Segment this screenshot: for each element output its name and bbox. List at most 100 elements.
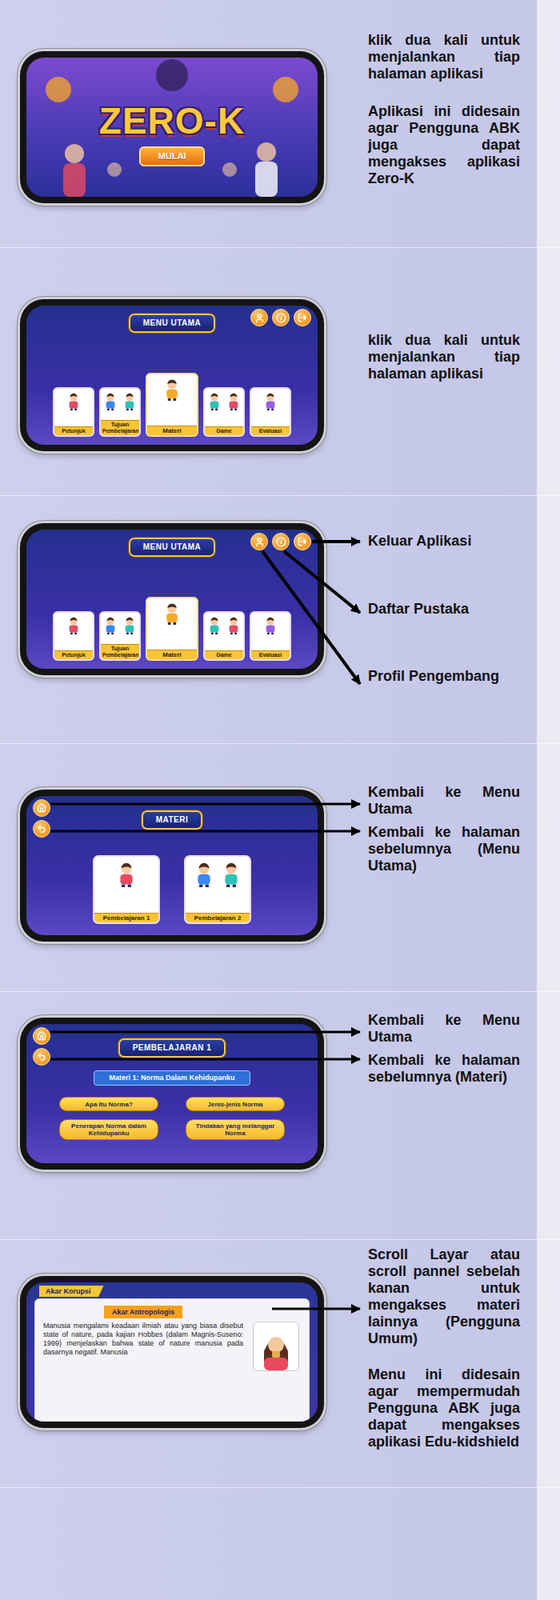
menu-card[interactable]: Tujuan Pembelajaran [99,611,141,661]
child-illustration-icon [160,376,184,401]
children-illustration [100,615,140,635]
menu-card-label: Petunjuk [54,426,93,436]
phone-mockup: MENU UTAMA Petunjuk Tujuan Pembelajaran Mat… [20,523,324,676]
info-icon[interactable] [272,532,290,551]
reading-screen: Akar KorupsiAkar AntropologisManusia men… [26,1282,318,1422]
menu-card[interactable]: Evaluasi [249,387,292,437]
pointer-arrow-icon [312,540,360,544]
guide-note: Kembali ke Menu Utama [368,1012,520,1046]
menu-card[interactable]: Tujuan Pembelajaran [99,387,141,437]
nav-icons [32,1027,105,1066]
topic-button[interactable]: Tindakan yang melanggar Norma [185,1119,285,1140]
lesson-card[interactable]: Pembelajaran 1 [92,855,160,924]
lesson-cards: Pembelajaran 1 Pembelajaran 2 [26,855,318,936]
child-illustration-icon [260,391,280,411]
menu-card-label: Materi [147,649,197,660]
guide-section: MENU UTAMA Petunjuk Tujuan Pembelajaran Mat… [0,496,560,744]
pointer-arrow-icon [262,551,360,684]
child-illustration-icon [204,615,224,635]
phone-mockup: Akar KorupsiAkar AntropologisManusia men… [20,1276,324,1428]
children-illustration [260,391,280,411]
menu-card-label: Evaluasi [251,650,290,660]
menu-card[interactable]: Petunjuk [52,611,95,661]
screen-title: MENU UTAMA [128,537,216,557]
menu-card[interactable]: Materi [145,596,199,661]
child-illustration-icon [120,391,140,411]
guide-section: MENU UTAMA Petunjuk Tujuan PembelajaranMat… [0,248,560,496]
child-illustration-icon [120,615,140,635]
narrator-picture [252,1321,300,1372]
menu-card-label: Game [204,426,244,436]
notes-column: Kembali ke Menu UtamaKembali ke halaman … [368,744,520,883]
child-illustration-icon [160,600,184,625]
guide-section: ZERO-K MULAI klik dua kali untuk menjalank… [0,0,560,248]
menu-card[interactable]: Petunjuk [52,387,95,437]
info-icon[interactable] [272,308,290,327]
child-illustration-icon [204,391,224,411]
child-illustration-icon [217,860,245,888]
menu-card[interactable]: Materi [145,372,199,437]
guide-section: MATERI Pembelajaran 1 Pembelajaran 2 Kembal… [0,744,560,992]
reading-text: Manusia mengalami keadaan ilmiah atau ya… [43,1321,244,1415]
child-illustration-icon [112,860,140,888]
guide-note: Daftar Pustaka [368,600,520,618]
notes-column: Keluar Aplikasi Daftar Pustaka Profil Peng… [368,496,520,693]
app-logo: ZERO-K [99,100,245,142]
notes-column: klik dua kali untuk menjalankan tiap hal… [368,0,520,196]
child-illustration-icon [224,615,244,635]
back-icon[interactable] [32,1048,51,1066]
children-illustration [260,615,280,635]
menu-card-label: Tujuan Pembelajaran [100,644,140,660]
profile-icon[interactable] [250,532,268,551]
children-illustration [160,600,184,625]
materi-screen: MATERI Pembelajaran 1 Pembelajaran 2 [26,796,318,936]
chapter-tab: Akar Korupsi [39,1285,104,1297]
topic-button[interactable]: Penerapan Norma dalam Kehidupanku [59,1119,159,1140]
phone-mockup: PEMBELAJARAN 1 Materi 1: Norma Dalam Kehi… [20,1017,324,1170]
lesson-card-label: Pembelajaran 2 [185,912,250,923]
screen-title: MENU UTAMA [128,313,216,333]
lesson-card[interactable]: Pembelajaran 2 [184,855,252,924]
notes-column: klik dua kali untuk menjalankan tiap hal… [368,248,520,391]
back-icon[interactable] [32,820,51,838]
menu-card-label: Petunjuk [54,650,93,660]
phone-mockup: ZERO-K MULAI [20,51,324,204]
phone-mockup: MATERI Pembelajaran 1 Pembelajaran 2 [20,789,324,942]
pointer-arrow-icon [272,1308,360,1311]
reading-panel[interactable]: Akar AntropologisManusia mengalami keada… [34,1298,310,1422]
profile-icon[interactable] [250,308,268,327]
top-icons [239,532,312,557]
lesson-subtitle: Materi 1: Norma Dalam Kehidupanku [93,1070,250,1086]
top-bar: MATERI [26,796,318,838]
pointer-arrow-icon [50,803,360,806]
topic-button[interactable]: Jenis-jenis Norma [185,1096,285,1112]
guide-note: Profil Pengembang [368,668,520,685]
child-illustration-icon [64,615,84,635]
screen-title: MATERI [141,810,204,830]
top-icons [239,308,312,333]
home-icon[interactable] [32,799,51,817]
menu-card[interactable]: Game [203,611,245,661]
narrator-icon [257,1327,295,1371]
splash-body: ZERO-K MULAI [26,57,318,197]
top-bar: MENU UTAMA [26,529,318,557]
guide-section: Akar KorupsiAkar AntropologisManusia men… [0,1240,560,1488]
home-icon[interactable] [32,1027,51,1045]
pointer-arrow-icon [284,551,360,613]
lesson-screen: PEMBELAJARAN 1 Materi 1: Norma Dalam Kehi… [26,1024,318,1164]
topic-button[interactable]: Apa Itu Norma? [59,1096,159,1112]
exit-icon[interactable] [293,532,312,551]
topic-buttons: Apa Itu Norma? Jenis-jenis Norma Penerapan… [59,1096,285,1140]
guide-note: Keluar Aplikasi [368,532,520,550]
exit-icon[interactable] [293,308,312,327]
menu-cards: Petunjuk Tujuan PembelajaranMateri Game Eva… [26,372,318,445]
menu-card[interactable]: Evaluasi [249,611,292,661]
children-illustration [204,615,244,635]
arrows [0,1240,560,1488]
screen-title: PEMBELAJARAN 1 [118,1038,227,1058]
menu-card[interactable]: Game [203,387,245,437]
menu-card-label: Game [204,650,244,660]
children-illustration [64,615,84,635]
start-button[interactable]: MULAI [139,146,206,167]
guide-note: Menu ini didesain agar mempermudah Pengg… [368,1366,520,1451]
